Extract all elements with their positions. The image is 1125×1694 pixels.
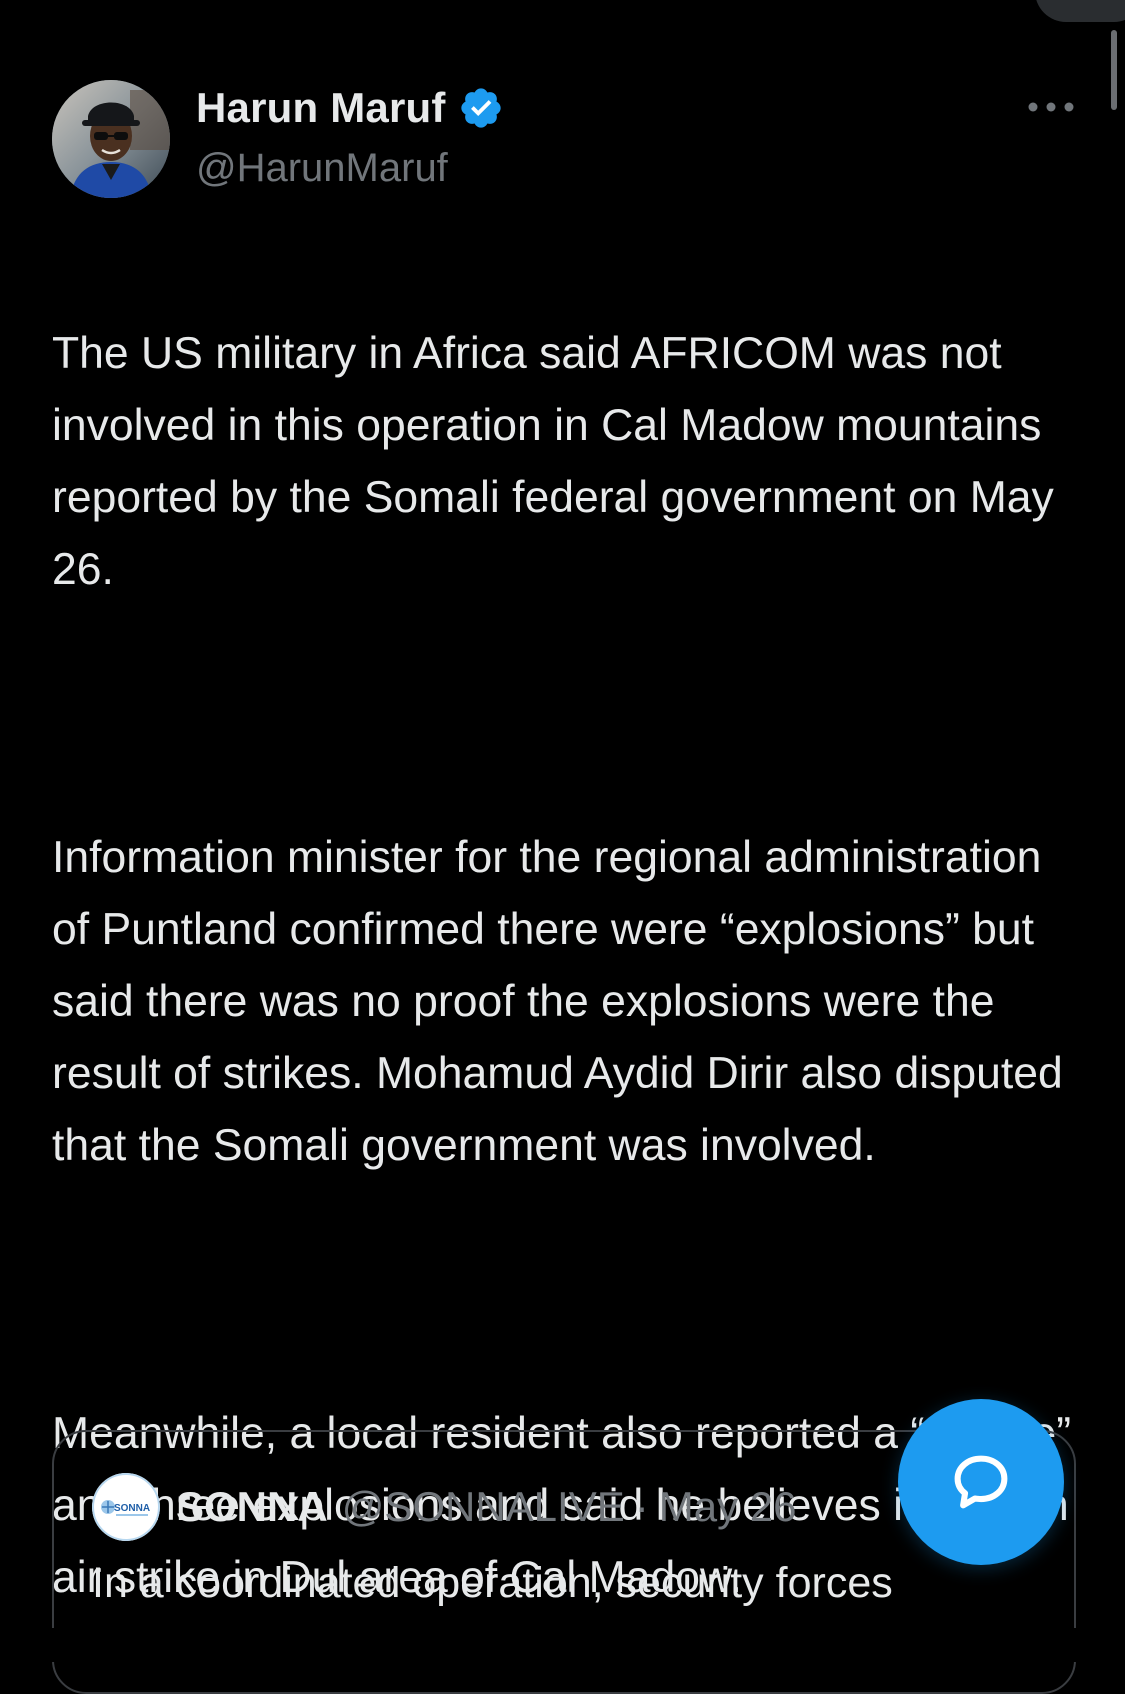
reply-fab-button[interactable] bbox=[898, 1399, 1064, 1565]
quoted-tweet-date[interactable]: May 26 bbox=[659, 1483, 797, 1531]
tweet-header: Harun Maruf @HarunMaruf bbox=[52, 80, 1077, 200]
quoted-author-avatar[interactable]: SONNA bbox=[92, 1473, 160, 1541]
quoted-author-name[interactable]: SONNA bbox=[176, 1483, 328, 1531]
reply-bubble-icon bbox=[954, 1455, 1008, 1509]
scrollbar[interactable] bbox=[1111, 30, 1117, 110]
avatar-photo-icon bbox=[52, 80, 170, 198]
author-avatar[interactable] bbox=[52, 80, 170, 198]
quoted-tweet-text: In a coordinated operation, security for… bbox=[92, 1559, 893, 1607]
bottom-bar bbox=[0, 1628, 1125, 1662]
separator-dot: · bbox=[634, 1483, 649, 1530]
quoted-tweet-header: SONNA SONNA @SONNALIVE · May 26 bbox=[92, 1472, 796, 1542]
svg-text:SONNA: SONNA bbox=[114, 1503, 150, 1514]
top-pill bbox=[1035, 0, 1125, 22]
tweet-paragraph: The US military in Africa said AFRICOM w… bbox=[52, 329, 1054, 594]
author-display-name[interactable]: Harun Maruf bbox=[196, 84, 446, 132]
author-info: Harun Maruf @HarunMaruf bbox=[196, 84, 504, 191]
author-handle[interactable]: @HarunMaruf bbox=[196, 146, 504, 191]
quoted-author-handle[interactable]: @SONNALIVE bbox=[342, 1483, 625, 1531]
sonna-logo-icon: SONNA bbox=[92, 1473, 160, 1541]
verified-badge-icon[interactable] bbox=[458, 85, 504, 131]
more-horizontal-icon[interactable] bbox=[1025, 92, 1077, 122]
tweet-paragraph: Information minister for the regional ad… bbox=[52, 833, 1063, 1170]
